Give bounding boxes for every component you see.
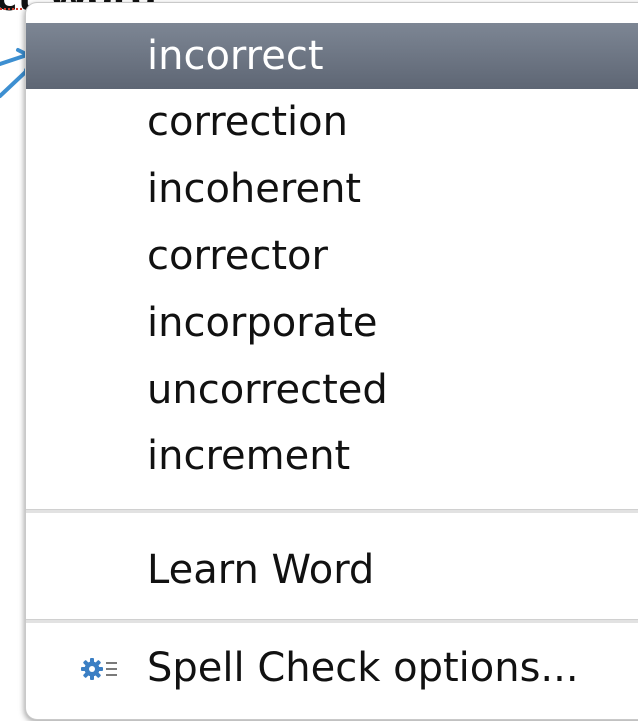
suggestion-label: corrector <box>147 233 328 279</box>
suggestion-corrector[interactable]: corrector <box>26 223 638 289</box>
suggestion-incorporate[interactable]: incorporate <box>26 290 638 356</box>
suggestion-label: incorrect <box>147 33 324 79</box>
suggestion-incorrect[interactable]: incorrect <box>26 23 638 89</box>
menu-separator <box>26 619 638 623</box>
menu-separator <box>26 509 638 513</box>
suggestion-label: incoherent <box>147 166 362 212</box>
suggestion-label: correction <box>147 99 348 145</box>
misspelling-underline <box>0 8 22 10</box>
spelling-context-menu: incorrect correction incoherent correcto… <box>25 2 638 720</box>
suggestion-incoherent[interactable]: incoherent <box>26 156 638 222</box>
suggestion-label: increment <box>147 433 351 479</box>
suggestion-label: uncorrected <box>147 367 388 413</box>
suggestion-increment[interactable]: increment <box>26 423 638 489</box>
learn-word-item[interactable]: Learn Word <box>26 537 638 603</box>
suggestion-uncorrected[interactable]: uncorrected <box>26 357 638 423</box>
suggestion-correction[interactable]: correction <box>26 89 638 155</box>
spell-check-options-label: Spell Check options... <box>147 645 579 691</box>
gear-list-icon <box>81 658 117 680</box>
learn-word-label: Learn Word <box>147 547 375 593</box>
spell-check-options-item[interactable]: Spell Check options... <box>26 635 638 701</box>
suggestion-label: incorporate <box>147 300 378 346</box>
